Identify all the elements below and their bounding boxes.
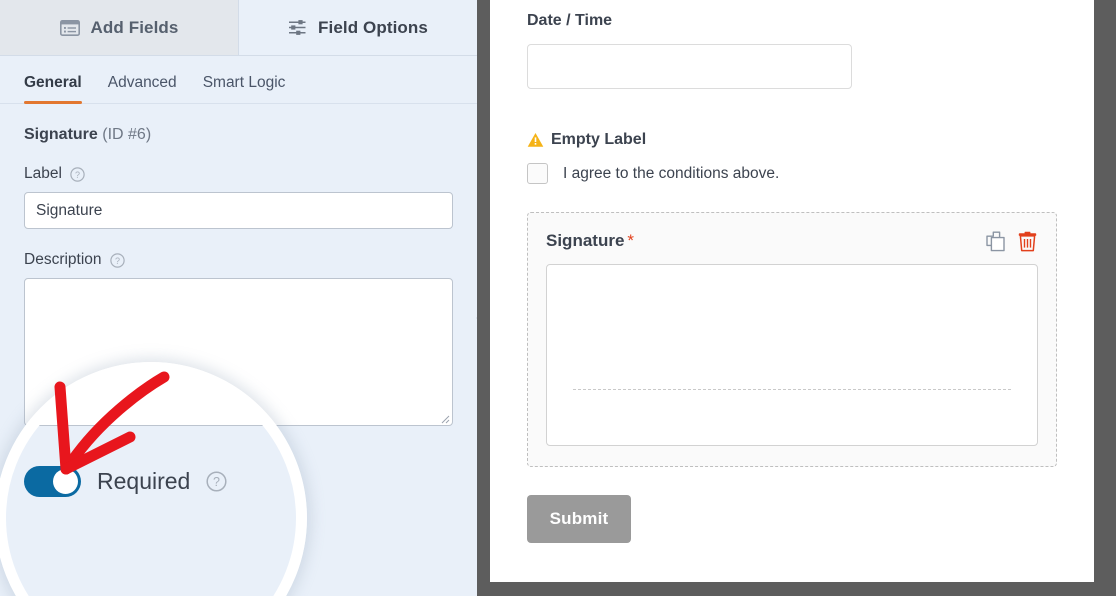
datetime-label: Date / Time <box>527 12 613 29</box>
signature-field-title: Signature * <box>546 231 634 251</box>
required-label: Required <box>97 468 191 494</box>
svg-text:?: ? <box>115 256 120 266</box>
field-heading: Signature (ID #6) <box>24 126 453 144</box>
field-heading-id: (ID #6) <box>102 126 152 143</box>
field-options-body: Signature (ID #6) Label ? Description <box>0 104 477 497</box>
builder-top-tabs: Add Fields Field Options <box>0 0 477 56</box>
signature-field-card[interactable]: Signature * <box>527 212 1057 467</box>
required-toggle-knob <box>53 469 78 494</box>
subtab-smart-logic[interactable]: Smart Logic <box>203 74 286 103</box>
tab-field-options[interactable]: Field Options <box>239 0 477 55</box>
description-caption-row: Description ? <box>24 251 453 269</box>
description-caption: Description <box>24 251 102 268</box>
field-options-subtabs: General Advanced Smart Logic <box>0 56 477 104</box>
label-caption: Label <box>24 165 62 182</box>
label-caption-row: Label ? <box>24 165 453 183</box>
question-circle-icon[interactable]: ? <box>70 166 85 182</box>
svg-text:?: ? <box>75 170 80 180</box>
signature-title-text: Signature <box>546 231 625 250</box>
empty-label-heading: Empty Label <box>527 131 1057 149</box>
signature-card-header: Signature * <box>546 231 1038 252</box>
trash-icon[interactable] <box>1018 231 1038 252</box>
submit-button[interactable]: Submit <box>527 495 631 543</box>
form-builder-screen: Add Fields Field Options General Advance… <box>0 0 1116 596</box>
required-setting-row: Required ? <box>24 466 453 497</box>
tab-field-options-label: Field Options <box>318 17 428 37</box>
copy-icon[interactable] <box>986 231 1006 252</box>
field-options-panel: Add Fields Field Options General Advance… <box>0 0 477 596</box>
required-asterisk: * <box>627 231 635 250</box>
empty-label-text: Empty Label <box>551 131 647 148</box>
consent-label: I agree to the conditions above. <box>563 164 780 182</box>
panel-collapse-handle[interactable] <box>470 295 477 341</box>
tab-add-fields[interactable]: Add Fields <box>0 0 239 55</box>
subtab-general[interactable]: General <box>24 74 82 104</box>
signature-card-actions <box>986 231 1038 252</box>
form-preview-panel: Date / Time Empty Label I agree to the c… <box>490 0 1094 582</box>
sliders-icon <box>288 19 307 36</box>
question-circle-icon[interactable]: ? <box>109 252 125 268</box>
preview-datetime-field: Date / Time <box>527 0 1057 89</box>
consent-checkbox-row[interactable]: I agree to the conditions above. <box>527 163 1057 184</box>
warning-triangle-icon <box>527 132 544 148</box>
consent-checkbox[interactable] <box>527 163 548 184</box>
label-input[interactable] <box>24 192 453 229</box>
tab-add-fields-label: Add Fields <box>90 17 179 37</box>
description-field-wrap <box>24 278 453 426</box>
question-circle-icon[interactable]: ? <box>206 471 227 492</box>
preview-consent-field: Empty Label I agree to the conditions ab… <box>527 131 1057 184</box>
required-toggle[interactable] <box>24 466 81 497</box>
form-preview-frame: Date / Time Empty Label I agree to the c… <box>477 0 1116 596</box>
signature-drawing-pad[interactable] <box>546 264 1038 446</box>
field-heading-name: Signature <box>24 126 98 143</box>
description-textarea[interactable] <box>24 278 453 426</box>
list-panel-icon <box>59 19 80 36</box>
signature-baseline <box>573 389 1011 390</box>
subtab-advanced[interactable]: Advanced <box>108 74 177 103</box>
datetime-input[interactable] <box>527 44 852 89</box>
svg-text:?: ? <box>213 475 220 489</box>
